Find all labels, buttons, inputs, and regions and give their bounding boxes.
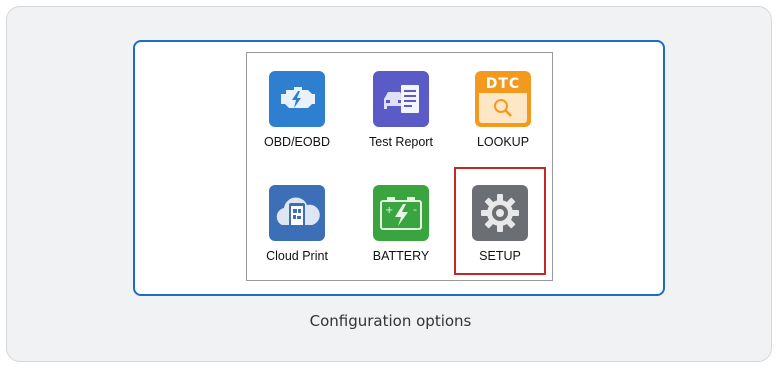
tile-label: OBD/EOBD	[264, 135, 330, 149]
tile-cloud-print[interactable]: Cloud Print	[253, 173, 341, 269]
tile-lookup[interactable]: DTC LOOKUP	[459, 59, 547, 155]
tile-label: Cloud Print	[266, 249, 328, 263]
tile-obd-eobd[interactable]: OBD/EOBD	[253, 59, 341, 155]
magnifier-icon	[494, 99, 512, 117]
battery-icon: + -	[373, 185, 429, 241]
tile-label: Test Report	[369, 135, 433, 149]
dtc-lookup-icon: DTC	[475, 71, 531, 127]
report-icon	[373, 71, 429, 127]
tile-battery[interactable]: + - BATTERY	[357, 173, 445, 269]
svg-text:+: +	[385, 205, 393, 216]
cloud-print-icon	[269, 185, 325, 241]
tile-label: LOOKUP	[476, 135, 530, 149]
dtc-text: DTC	[485, 76, 521, 92]
gear-icon	[472, 185, 528, 241]
engine-icon	[269, 71, 325, 127]
svg-text:-: -	[413, 203, 417, 216]
tile-label: BATTERY	[372, 249, 430, 263]
tile-test-report[interactable]: Test Report	[357, 59, 445, 155]
tile-label: SETUP	[479, 249, 521, 263]
device-screen: OBD/EOBD Test Report DTC LOOKUP Cloud Pr…	[246, 52, 553, 281]
tile-setup[interactable]: SETUP	[454, 167, 546, 275]
figure-caption: Configuration options	[309, 312, 472, 330]
